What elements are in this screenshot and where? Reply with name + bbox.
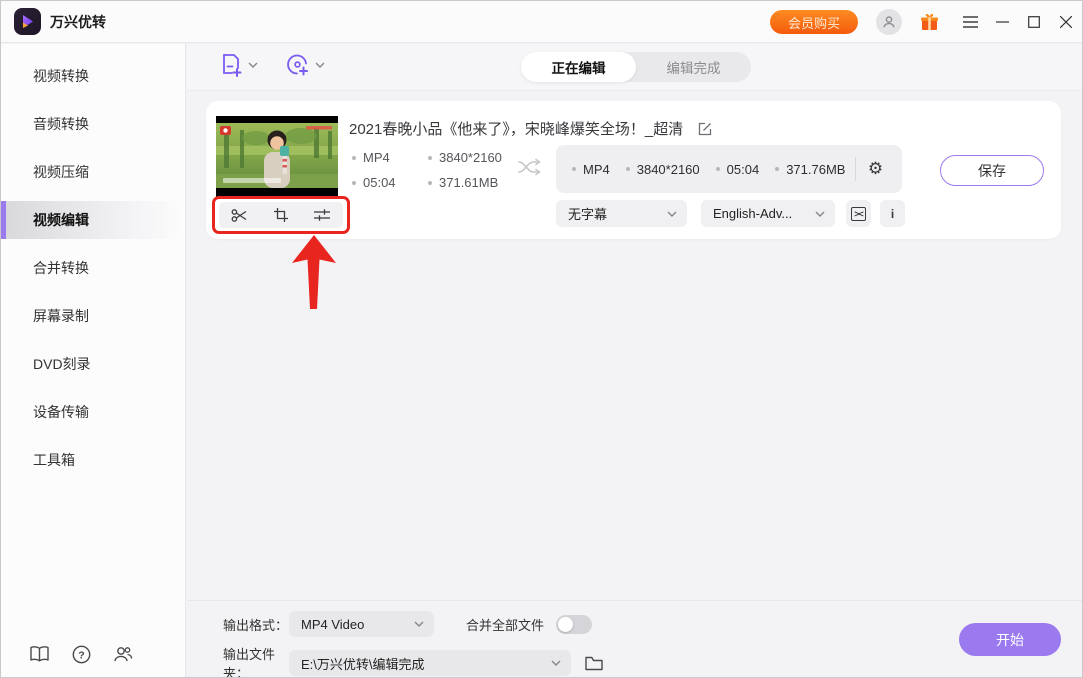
output-size: 371.76MB — [786, 161, 846, 177]
sidebar-item-dvd-burn[interactable]: DVD刻录 — [1, 345, 185, 383]
chevron-down-icon — [667, 211, 677, 217]
gift-icon[interactable] — [918, 11, 940, 33]
add-file-icon — [223, 54, 242, 77]
guide-book-icon[interactable] — [28, 643, 50, 665]
save-button[interactable]: 保存 — [940, 155, 1044, 186]
add-disc-icon — [287, 54, 308, 76]
compress-button[interactable]: >< — [846, 200, 871, 227]
minimize-button[interactable] — [986, 1, 1018, 43]
titlebar: 万兴优转 会员购买 — [1, 1, 1082, 43]
chevron-down-icon — [815, 211, 825, 217]
rename-icon[interactable] — [697, 121, 713, 137]
contact-support-icon[interactable] — [112, 643, 134, 665]
edit-tools-bar — [219, 202, 343, 228]
app-title: 万兴优转 — [50, 13, 106, 30]
user-avatar[interactable] — [876, 9, 902, 35]
sidebar-item-video-edit[interactable]: 视频编辑 — [1, 201, 185, 239]
settings-gear-icon[interactable]: ⚙ — [860, 154, 890, 184]
sidebar-item-audio-convert[interactable]: 音频转换 — [1, 105, 185, 143]
status-tabs: 正在编辑 编辑完成 — [521, 52, 751, 82]
maximize-button[interactable] — [1018, 1, 1050, 43]
effects-adjust-icon[interactable] — [311, 204, 333, 226]
source-file-info: MP4 3840*2160 05:04 371.61MB — [352, 150, 502, 190]
sidebar-item-video-convert[interactable]: 视频转换 — [1, 57, 185, 95]
output-duration: 05:04 — [726, 161, 760, 177]
sidebar-item-screen-record[interactable]: 屏幕录制 — [1, 297, 185, 335]
file-card: 2021春晚小品《他来了》，宋晓峰爆笑全场！_超清 MP4 3840*2160 … — [206, 101, 1061, 309]
source-format: MP4 — [363, 150, 390, 165]
subtitle-select[interactable]: 无字幕 — [556, 200, 687, 227]
sidebar: 视频转换 音频转换 视频压缩 视频编辑 合并转换 屏幕录制 DVD刻录 设备传输… — [1, 44, 186, 677]
convert-shuffle-icon — [518, 157, 542, 182]
output-resolution: 3840*2160 — [636, 161, 700, 177]
tab-editing[interactable]: 正在编辑 — [521, 52, 636, 82]
tab-edit-done[interactable]: 编辑完成 — [636, 52, 751, 82]
annotation-arrow — [292, 235, 336, 309]
source-resolution: 3840*2160 — [439, 150, 502, 165]
audio-track-select[interactable]: English-Adv... — [701, 200, 835, 227]
start-button[interactable]: 开始 — [959, 623, 1061, 656]
sidebar-item-device-transfer[interactable]: 设备传输 — [1, 393, 185, 431]
source-size: 371.61MB — [439, 175, 499, 190]
output-format-select[interactable]: MP4 Video — [289, 611, 434, 637]
divider — [855, 157, 857, 181]
output-folder-select[interactable]: E:\万兴优转\编辑完成 — [289, 650, 571, 676]
trim-scissors-icon[interactable] — [229, 204, 251, 226]
merge-all-toggle[interactable] — [556, 614, 593, 634]
file-info-button[interactable]: i — [880, 200, 905, 227]
menu-icon[interactable] — [954, 1, 986, 43]
close-button[interactable] — [1050, 1, 1082, 43]
svg-text:?: ? — [78, 649, 84, 661]
open-folder-icon[interactable] — [585, 656, 603, 671]
app-logo-icon — [14, 8, 41, 35]
app-window: 万兴优转 会员购买 视频转换 音频转换 视频压缩 视频编辑 合并转换 屏幕录制 … — [0, 0, 1083, 678]
sidebar-item-merge-convert[interactable]: 合并转换 — [1, 249, 185, 287]
output-format-label: 输出格式： — [223, 617, 289, 633]
sidebar-item-toolbox[interactable]: 工具箱 — [1, 441, 185, 479]
chevron-down-icon — [551, 660, 561, 666]
output-file-info: MP4 3840*2160 05:04 371.76MB ⚙ — [556, 145, 902, 193]
sidebar-item-video-compress[interactable]: 视频压缩 — [1, 153, 185, 191]
merge-all-label: 合并全部文件 — [466, 617, 545, 633]
source-duration: 05:04 — [363, 175, 396, 190]
chevron-down-icon — [248, 62, 258, 68]
output-folder-label: 输出文件夹： — [223, 647, 276, 678]
video-thumbnail[interactable] — [216, 116, 338, 198]
add-file-button[interactable] — [221, 53, 258, 77]
buy-membership-button[interactable]: 会员购买 — [769, 10, 858, 34]
crop-icon[interactable] — [270, 204, 292, 226]
content-toolbar: 正在编辑 编辑完成 — [187, 44, 1082, 91]
load-dvd-button[interactable] — [286, 53, 325, 77]
output-format: MP4 — [583, 161, 610, 177]
bottom-bar: 输出格式： MP4 Video 合并全部文件 输出文件夹： E:\万兴优转\编辑… — [187, 600, 1082, 677]
help-icon[interactable]: ? — [70, 643, 92, 665]
chevron-down-icon — [414, 621, 424, 627]
file-title: 2021春晚小品《他来了》，宋晓峰爆笑全场！_超清 — [349, 121, 684, 138]
chevron-down-icon — [315, 62, 325, 68]
